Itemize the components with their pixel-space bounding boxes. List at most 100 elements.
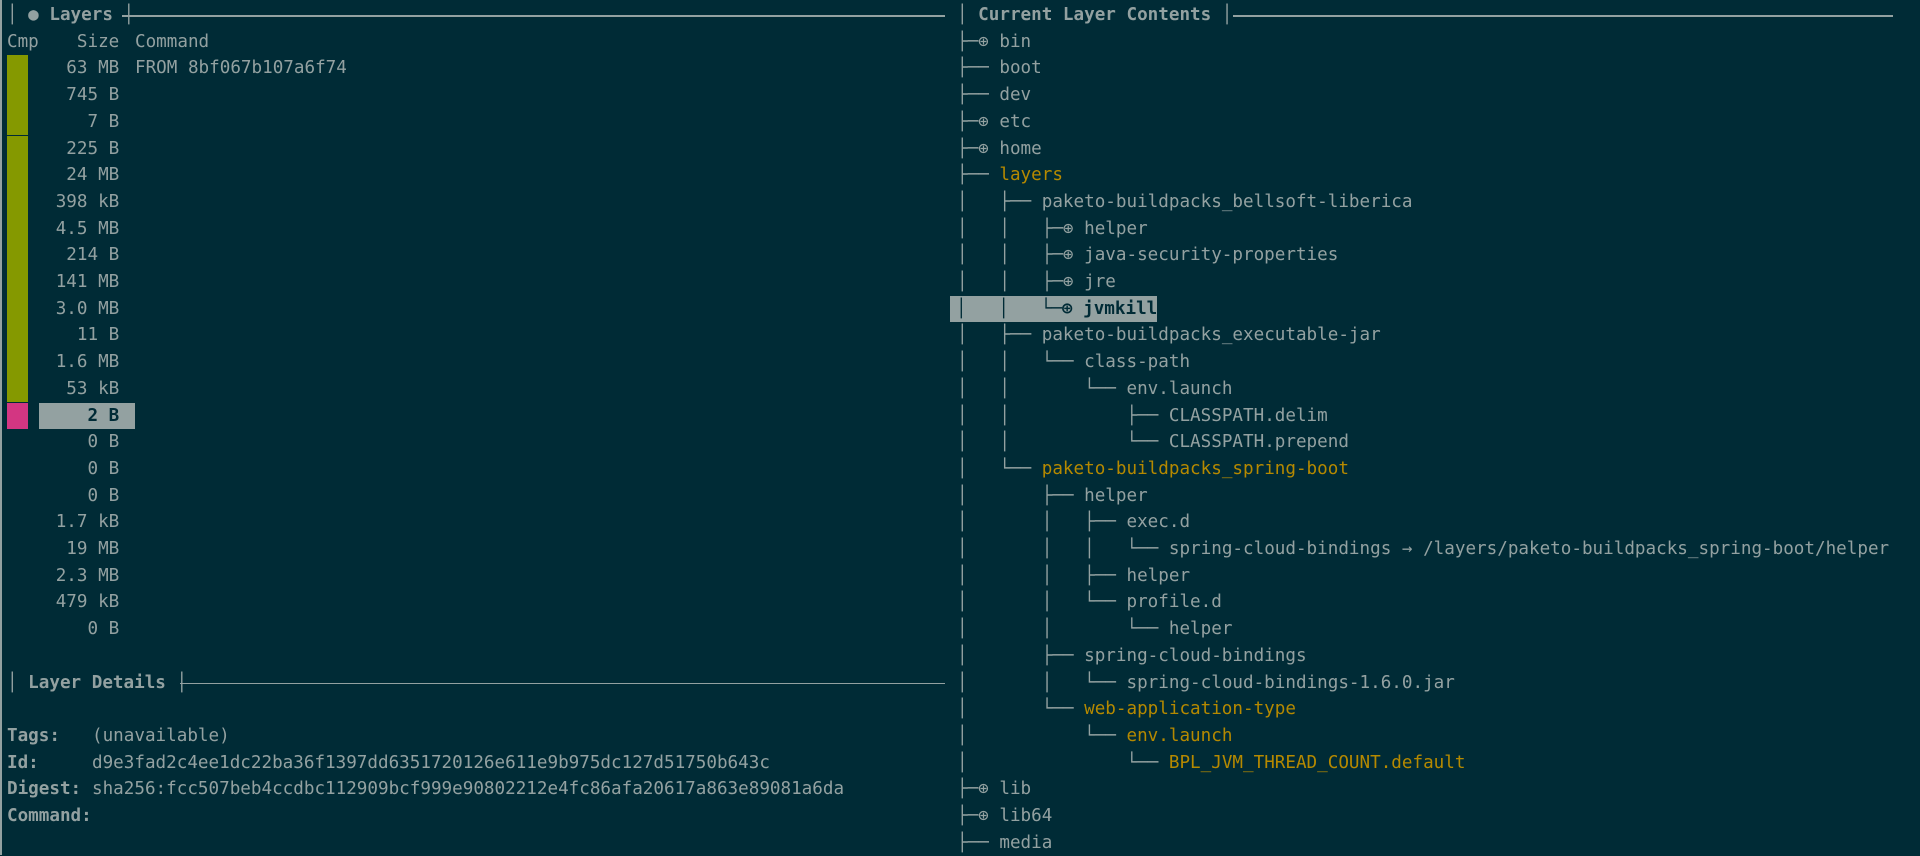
tree-node-name: CLASSPATH.delim: [1169, 406, 1328, 426]
detail-value: (unavailable): [92, 723, 230, 750]
tree-node[interactable]: │ └── env.launch: [957, 723, 1232, 750]
layer-row[interactable]: 7 B: [0, 109, 945, 136]
layer-row[interactable]: 19 MB: [0, 536, 945, 563]
layer-row[interactable]: 11 B: [0, 322, 945, 349]
tree-branch: │ │ ├─⊕: [957, 272, 1084, 292]
layer-row[interactable]: 479 kB: [0, 589, 945, 616]
layer-row[interactable]: 3.0 MB: [0, 296, 945, 323]
layer-row[interactable]: 225 B: [0, 136, 945, 163]
column-size: Size: [7, 29, 119, 56]
tree-node[interactable]: │ │ └── CLASSPATH.prepend: [957, 429, 1349, 456]
tree-node[interactable]: │ │ ├─⊕ java-security-properties: [957, 242, 1338, 269]
tree-node-name: paketo-buildpacks_bellsoft-liberica: [1042, 192, 1413, 212]
layer-size: 214 B: [7, 242, 119, 269]
tree-node-name: env.launch: [1126, 726, 1232, 746]
tree-node[interactable]: │ ├── helper: [957, 483, 1148, 510]
layer-row[interactable]: 0 B: [0, 616, 945, 643]
tree-node[interactable]: │ └── BPL_JVM_THREAD_COUNT.default: [957, 750, 1465, 777]
layer-row[interactable]: 398 kB: [0, 189, 945, 216]
layer-row[interactable]: 53 kB: [0, 376, 945, 403]
tree-branch: ├──: [957, 833, 999, 853]
tree-node[interactable]: │ │ ├─⊕ helper: [957, 216, 1148, 243]
tree-branch: │ │ └──: [957, 432, 1169, 452]
tree-node[interactable]: │ └── paketo-buildpacks_spring-boot: [957, 456, 1349, 483]
tree-branch: │ └──: [957, 459, 1042, 479]
layer-size: 141 MB: [7, 269, 119, 296]
layer-size: 24 MB: [7, 162, 119, 189]
tree-branch: │ └──: [957, 753, 1169, 773]
layer-row[interactable]: 24 MB: [0, 162, 945, 189]
tree-node[interactable]: │ │ ├─⊕ jre: [957, 269, 1116, 296]
tree-node-name: web-application-type: [1084, 699, 1296, 719]
layer-size: 0 B: [7, 429, 119, 456]
layer-row[interactable]: 0 B: [0, 456, 945, 483]
tree-node[interactable]: ├─⊕ home: [957, 136, 1042, 163]
tree-branch: │ ├──: [957, 486, 1084, 506]
tree-node[interactable]: ├── boot: [957, 55, 1042, 82]
tree-branch: ├─⊕: [957, 112, 999, 132]
tree-node[interactable]: ├── media: [957, 830, 1052, 856]
layer-size: 0 B: [7, 456, 119, 483]
tree-node-name: profile.d: [1126, 592, 1221, 612]
layers-panel-title: │ ● Layers │: [7, 2, 134, 29]
tree-branch: │ ├──: [957, 325, 1042, 345]
tree-node-name: boot: [999, 58, 1041, 78]
tree-node[interactable]: │ │ ├── helper: [957, 563, 1190, 590]
layer-row[interactable]: 2 B: [0, 403, 945, 430]
layer-row[interactable]: 4.5 MB: [0, 216, 945, 243]
detail-label: Id:: [7, 750, 39, 777]
tree-branch: │ │ ├──: [957, 566, 1126, 586]
layer-row[interactable]: 63 MBFROM 8bf067b107a6f74: [0, 55, 945, 82]
tree-node-name: dev: [999, 85, 1031, 105]
layer-row[interactable]: 0 B: [0, 429, 945, 456]
tree-node[interactable]: │ ├── paketo-buildpacks_executable-jar: [957, 322, 1381, 349]
tree-node[interactable]: │ │ ├── exec.d: [957, 509, 1190, 536]
tree-branch: │ │ ├──: [957, 512, 1126, 532]
tree-node[interactable]: │ │ └── class-path: [957, 349, 1190, 376]
layer-size: 0 B: [7, 616, 119, 643]
tree-node[interactable]: ├── dev: [957, 82, 1031, 109]
layer-row[interactable]: 1.6 MB: [0, 349, 945, 376]
layer-size: 0 B: [7, 483, 119, 510]
tree-node-name: bin: [999, 32, 1031, 52]
layer-details-title: │ Layer Details │: [7, 670, 187, 697]
layer-size: 11 B: [7, 322, 119, 349]
layer-row[interactable]: 141 MB: [0, 269, 945, 296]
tree-node-name: jre: [1084, 272, 1116, 292]
tree-node[interactable]: │ └── web-application-type: [957, 696, 1296, 723]
tree-node[interactable]: │ │ │ └── spring-cloud-bindings → /layer…: [957, 536, 1889, 563]
tree-branch: ├──: [957, 85, 999, 105]
tree-branch: ├─⊕: [957, 779, 999, 799]
layers-header-divider: [122, 15, 945, 17]
layer-row[interactable]: 0 B: [0, 483, 945, 510]
tree-node[interactable]: │ ├── spring-cloud-bindings: [957, 643, 1307, 670]
layer-row[interactable]: 2.3 MB: [0, 563, 945, 590]
tree-node[interactable]: │ │ └─⊕ jvmkill: [956, 296, 1157, 323]
layer-row[interactable]: 214 B: [0, 242, 945, 269]
tree-node[interactable]: │ ├── paketo-buildpacks_bellsoft-liberic…: [957, 189, 1412, 216]
layer-row[interactable]: 1.7 kB: [0, 509, 945, 536]
tree-branch: │ ├──: [957, 192, 1042, 212]
tree-node[interactable]: │ │ └── helper: [957, 616, 1232, 643]
tree-node[interactable]: │ │ └── env.launch: [957, 376, 1232, 403]
tree-node[interactable]: ├─⊕ bin: [957, 29, 1031, 56]
tree-node[interactable]: │ │ ├── CLASSPATH.delim: [957, 403, 1328, 430]
tree-branch: │ │ └──: [957, 592, 1126, 612]
tree-node-name: spring-cloud-bindings-1.6.0.jar: [1126, 673, 1454, 693]
tree-node-name: etc: [999, 112, 1031, 132]
tree-node[interactable]: ├─⊕ lib: [957, 776, 1031, 803]
tree-node-name: lib: [999, 779, 1031, 799]
tree-node[interactable]: │ │ └── spring-cloud-bindings-1.6.0.jar: [957, 670, 1455, 697]
tree-node[interactable]: │ │ └── profile.d: [957, 589, 1222, 616]
tree-node-name: jvmkill: [1083, 299, 1157, 319]
tree-node[interactable]: ├── layers: [957, 162, 1063, 189]
tree-node[interactable]: ├─⊕ etc: [957, 109, 1031, 136]
tree-node-name: spring-cloud-bindings: [1084, 646, 1306, 666]
tree-branch: │ │ └──: [957, 379, 1126, 399]
layer-size: 1.6 MB: [7, 349, 119, 376]
tree-branch: │ │ └──: [957, 673, 1126, 693]
layer-size: 2.3 MB: [7, 563, 119, 590]
layer-row[interactable]: 745 B: [0, 82, 945, 109]
tree-node[interactable]: ├─⊕ lib64: [957, 803, 1052, 830]
detail-label: Command:: [7, 803, 92, 830]
